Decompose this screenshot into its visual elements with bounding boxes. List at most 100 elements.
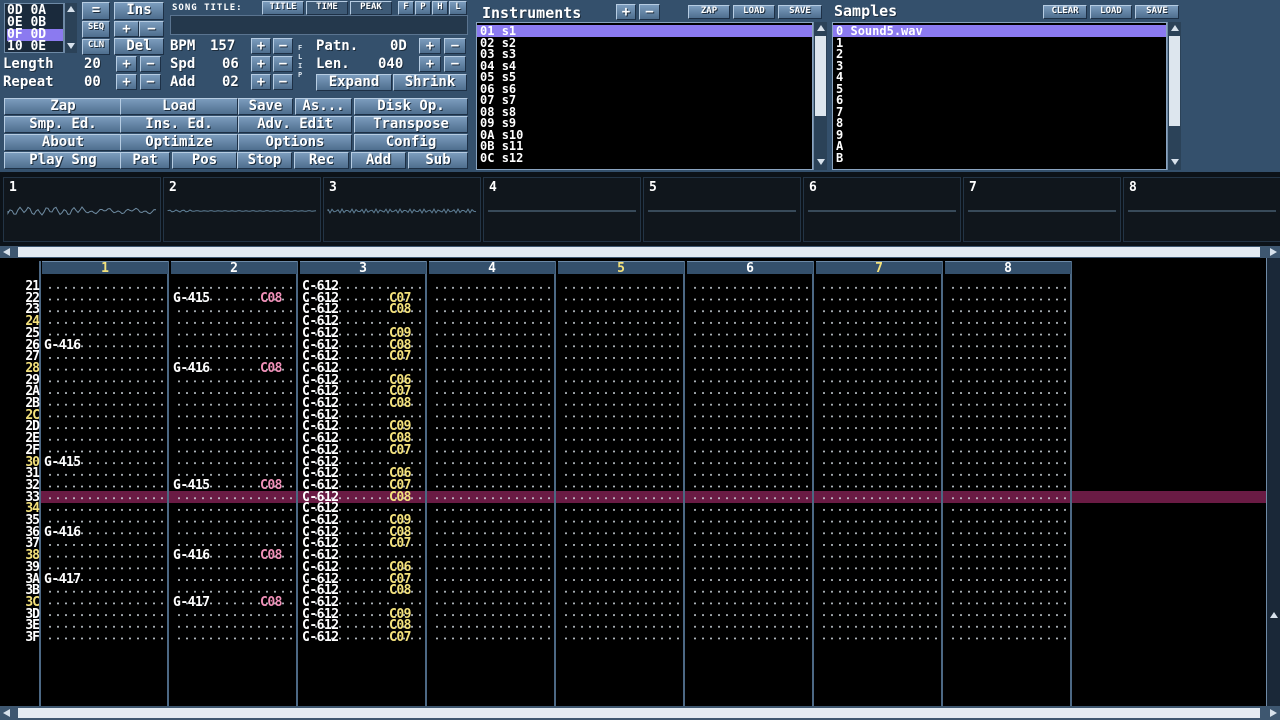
note-cell[interactable]: G-416 [44, 526, 81, 539]
note-cell[interactable]: G-415 [44, 456, 81, 469]
samples-save-button[interactable]: SAVE [1135, 5, 1179, 19]
instrument-item[interactable]: 0C s12 [477, 152, 812, 164]
note-cell[interactable]: G-417 [44, 573, 81, 586]
position-row[interactable]: 10 0E [7, 40, 63, 53]
instrument-item[interactable]: 03 s3 [477, 48, 812, 60]
scroll-left-arrow-icon[interactable] [3, 709, 10, 717]
scroll-right-arrow-icon[interactable] [1270, 248, 1277, 256]
volume-cell[interactable]: C08 [260, 549, 282, 562]
instrument-item[interactable]: 06 s6 [477, 83, 812, 95]
ins-ed-button[interactable]: Ins. Ed. [120, 116, 238, 133]
scope-channel-6[interactable]: 6 [803, 177, 961, 242]
tab-p[interactable]: P [415, 1, 431, 15]
config-button[interactable]: Config [354, 134, 468, 151]
instruments-zap-button[interactable]: ZAP [688, 5, 730, 19]
sample-item[interactable]: 5 [833, 83, 1166, 95]
save-button[interactable]: Save [238, 98, 293, 115]
scope-channel-4[interactable]: 4 [483, 177, 641, 242]
position-editor[interactable]: 0D 0A 0E 0B 0F 0D 10 0E [4, 3, 64, 53]
instruments-load-button[interactable]: LOAD [733, 5, 775, 19]
add-plus-button[interactable]: + [251, 74, 271, 90]
about-button[interactable]: About [4, 134, 122, 151]
note-cell[interactable]: G-415 [173, 292, 210, 305]
instruments-add-button[interactable]: + [616, 4, 636, 20]
sample-item[interactable]: 6 [833, 94, 1166, 106]
volume-cell[interactable]: C08 [389, 584, 411, 597]
note-cell[interactable]: G-416 [44, 339, 81, 352]
scroll-left-arrow-icon[interactable] [3, 248, 10, 256]
scroll-up-arrow-icon[interactable] [1270, 612, 1278, 618]
scrollbar-thumb[interactable] [815, 36, 826, 116]
expand-button[interactable]: Expand [316, 74, 392, 91]
volume-cell[interactable]: C08 [260, 479, 282, 492]
position-scrollbar[interactable] [64, 3, 77, 53]
scrollbar-thumb[interactable] [1169, 36, 1180, 126]
song-title-field[interactable] [170, 15, 468, 35]
play-sng-button[interactable]: Play Sng [4, 152, 122, 169]
instrument-item[interactable]: 07 s7 [477, 94, 812, 106]
channel-header-3[interactable]: 3 [300, 261, 426, 275]
channel-header-4[interactable]: 4 [429, 261, 555, 275]
scrollbar-thumb[interactable] [18, 247, 1260, 257]
note-cell[interactable]: G-416 [173, 549, 210, 562]
smp-ed-button[interactable]: Smp. Ed. [4, 116, 122, 133]
sample-item[interactable]: 1 [833, 37, 1166, 49]
cln-button[interactable]: CLN [82, 39, 110, 55]
sample-scrollbar[interactable] [1167, 22, 1181, 170]
scroll-down-arrow-icon[interactable] [67, 43, 75, 49]
instrument-scrollbar[interactable] [813, 22, 827, 170]
rec-button[interactable]: Rec [294, 152, 349, 169]
scroll-down-arrow-icon[interactable] [817, 159, 825, 165]
scope-channel-7[interactable]: 7 [963, 177, 1121, 242]
sub-button[interactable]: Sub [408, 152, 468, 169]
note-cell[interactable]: G-415 [173, 479, 210, 492]
options-button[interactable]: Options [238, 134, 352, 151]
length-plus-button[interactable]: + [116, 56, 137, 72]
samples-clear-button[interactable]: CLEAR [1043, 5, 1087, 19]
eq-button[interactable]: = [82, 2, 110, 20]
sample-list[interactable]: 0 Sound5.wav 1 2 3 4 5 6 7 8 9 A B [832, 22, 1167, 170]
repeat-minus-button[interactable]: − [140, 74, 161, 90]
speed-plus-button[interactable]: + [251, 56, 271, 72]
channel-header-2[interactable]: 2 [171, 261, 297, 275]
pat-button[interactable]: Pat [120, 152, 170, 169]
instrument-item[interactable]: 05 s5 [477, 71, 812, 83]
tab-l[interactable]: L [449, 1, 467, 15]
tab-title[interactable]: TITLE [262, 1, 304, 15]
pattern-minus-button[interactable]: − [444, 38, 466, 54]
add-minus-button[interactable]: − [273, 74, 293, 90]
pattern-plus-button[interactable]: + [419, 38, 441, 54]
pattern-horizontal-scrollbar[interactable] [0, 706, 1280, 720]
channel-header-7[interactable]: 7 [816, 261, 942, 275]
scroll-right-arrow-icon[interactable] [1270, 709, 1277, 717]
volume-cell[interactable]: C08 [389, 491, 411, 504]
scroll-up-arrow-icon[interactable] [817, 25, 825, 31]
pos-button[interactable]: Pos [172, 152, 237, 169]
instrument-item[interactable]: 09 s9 [477, 117, 812, 129]
disk-op-button[interactable]: Disk Op. [354, 98, 468, 115]
pattern-length-plus-button[interactable]: + [419, 56, 441, 72]
bpm-plus-button[interactable]: + [251, 38, 271, 54]
load-button[interactable]: Load [120, 98, 238, 115]
shrink-button[interactable]: Shrink [393, 74, 467, 91]
volume-cell[interactable]: C07 [389, 444, 411, 457]
scope-channel-2[interactable]: 2 [163, 177, 321, 242]
instrument-item[interactable]: 0B s11 [477, 140, 812, 152]
bpm-minus-button[interactable]: − [273, 38, 293, 54]
as-button[interactable]: As... [295, 98, 352, 115]
track-scrollbar[interactable] [0, 246, 1280, 258]
tab-time[interactable]: TIME [306, 1, 348, 15]
instrument-item[interactable]: 0A s10 [477, 129, 812, 141]
volume-cell[interactable]: C07 [389, 350, 411, 363]
transpose-button[interactable]: Transpose [354, 116, 468, 133]
zap-button[interactable]: Zap [4, 98, 122, 115]
length-minus-button[interactable]: − [140, 56, 161, 72]
note-cell[interactable]: C-612 [302, 631, 339, 644]
scope-channel-8[interactable]: 8 [1123, 177, 1280, 242]
volume-cell[interactable]: C07 [389, 538, 411, 551]
sample-item[interactable]: 9 [833, 129, 1166, 141]
instrument-list[interactable]: 01 s1 02 s2 03 s3 04 s4 05 s5 06 s6 07 s7 08 s8… [476, 22, 813, 170]
seq-button[interactable]: SEQ [82, 21, 110, 38]
sample-item[interactable]: 7 [833, 106, 1166, 118]
volume-cell[interactable]: C08 [260, 596, 282, 609]
